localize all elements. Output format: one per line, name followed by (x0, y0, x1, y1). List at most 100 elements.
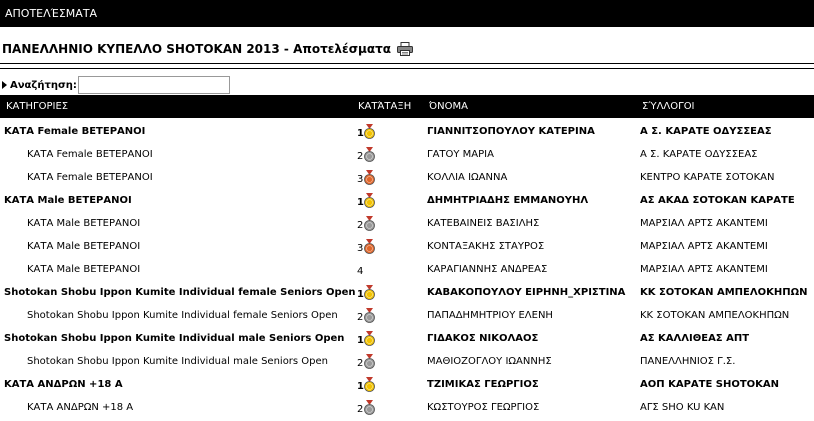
rank-number: 2 (357, 151, 364, 162)
row-club: ΑΟΠ ΚΑΡΑΤΕ SHOTOKAN (640, 379, 780, 390)
table-row: ΚΑΤΑ Male ΒΕΤΕΡΑΝΟΙ 3 ΚΟΝΤΑΞΑΚΗΣ ΣΤΑΥΡΟΣ ΜΑ… (0, 236, 814, 259)
row-club: Α Σ. ΚΑΡΑΤΕ ΟΔΥΣΣΕΑΣ (640, 126, 772, 137)
rank-number: 4 (357, 266, 364, 277)
row-category: ΚΑΤΑ Female ΒΕΤΕΡΑΝΟΙ (4, 126, 146, 137)
bronze-medal-icon (364, 239, 375, 254)
table-row: ΚΑΤΑ Male ΒΕΤΕΡΑΝΟΙ 2 ΚΑΤΕΒΑΙΝΕΙΣ ΒΑΣΙΛΗΣ Μ… (0, 213, 814, 236)
row-club: ΑΓΣ SHO KU KAN (640, 402, 725, 413)
row-athlete-name: ΚΑΤΕΒΑΙΝΕΙΣ ΒΑΣΙΛΗΣ (427, 218, 540, 229)
row-club: ΚΚ ΣΟΤΟΚΑΝ ΑΜΠΕΛΟΚΗΠΩΝ (640, 287, 808, 298)
printer-icon[interactable] (397, 42, 414, 56)
row-club: ΑΣ ΑΚΑΔ ΣΟΤΟΚΑΝ ΚΑΡΑΤΕ (640, 195, 795, 206)
table-row: ΚΑΤΑ ΑΝΔΡΩΝ +18 Α 1 ΤΖΙΜΙΚΑΣ ΓΕΩΡΓΙΟΣ ΑΟΠ Κ… (0, 374, 814, 397)
top-bar-title: ΑΠΟΤΕΛΈΣΜΑΤΑ (5, 7, 98, 20)
page-title-row: ΠΑΝΕΛΛΗΝΙΟ ΚΥΠΕΛΛΟ SHOTOKAN 2013 - Αποτε… (0, 38, 814, 60)
row-athlete-name: ΚΟΛΛΙΑ ΙΩΑΝΝΑ (427, 172, 508, 183)
table-row: ΚΑΤΑ Female ΒΕΤΕΡΑΝΟΙ 2 ΓΑΤΟΥ ΜΑΡΙΑ Α Σ. ΚΑ… (0, 144, 814, 167)
table-row: ΚΑΤΑ ΑΝΔΡΩΝ +18 Α 2 ΚΩΣΤΟΥΡΟΣ ΓΕΩΡΓΙΟΣ ΑΓΣ … (0, 397, 814, 420)
search-row: Αναζήτηση: (0, 74, 400, 96)
row-club: ΜΑΡΣΙΑΛ ΑΡΤΣ ΑΚΑΝΤΕΜΙ (640, 218, 768, 229)
divider (0, 63, 814, 64)
row-rank: 1 (357, 124, 375, 139)
row-category: ΚΑΤΑ Female ΒΕΤΕΡΑΝΟΙ (27, 172, 153, 183)
row-category: Shotokan Shobu Ippon Kumite Individual m… (27, 356, 329, 367)
rank-number: 2 (357, 312, 364, 323)
bronze-medal-icon (364, 170, 375, 185)
row-rank: 3 (357, 239, 375, 254)
row-rank: 2 (357, 400, 375, 415)
row-category: ΚΑΤΑ Male ΒΕΤΕΡΑΝΟΙ (27, 264, 141, 275)
row-athlete-name: ΔΗΜΗΤΡΙΑΔΗΣ ΕΜΜΑΝΟΥΗΛ (427, 195, 589, 206)
top-bar: ΑΠΟΤΕΛΈΣΜΑΤΑ (0, 0, 814, 27)
row-athlete-name: ΓΙΔΑΚΟΣ ΝΙΚΟΛΑΟΣ (427, 333, 539, 344)
gold-medal-icon (364, 377, 375, 392)
row-athlete-name: ΚΟΝΤΑΞΑΚΗΣ ΣΤΑΥΡΟΣ (427, 241, 545, 252)
rank-number: 3 (357, 243, 364, 254)
row-athlete-name: ΜΑΘΙΟΖΟΓΛΟΥ ΙΩΑΝΝΗΣ (427, 356, 552, 367)
header-club: ΣΎΛΛΟΓΟΙ (642, 101, 695, 112)
gold-medal-icon (364, 124, 375, 139)
header-category: ΚΑΤΗΓΟΡΙΕΣ (6, 101, 69, 112)
silver-medal-icon (364, 147, 375, 162)
rank-number: 1 (357, 289, 364, 300)
table-row: Shotokan Shobu Ippon Kumite Individual f… (0, 305, 814, 328)
gold-medal-icon (364, 331, 375, 346)
divider (0, 68, 814, 69)
table-row: ΚΑΤΑ Female ΒΕΤΕΡΑΝΟΙ 3 ΚΟΛΛΙΑ ΙΩΑΝΝΑ ΚΕΝΤΡ… (0, 167, 814, 190)
table-row: ΚΑΤΑ Male ΒΕΤΕΡΑΝΟΙ 4 ΚΑΡΑΓΙΑΝΝΗΣ ΑΝΔΡΕΑΣ Μ… (0, 259, 814, 282)
row-rank: 2 (357, 308, 375, 323)
row-rank: 2 (357, 216, 375, 231)
rank-number: 1 (357, 197, 364, 208)
row-club: ΜΑΡΣΙΑΛ ΑΡΤΣ ΑΚΑΝΤΕΜΙ (640, 241, 768, 252)
rank-number: 2 (357, 358, 364, 369)
silver-medal-icon (364, 308, 375, 323)
row-category: ΚΑΤΑ ΑΝΔΡΩΝ +18 Α (27, 402, 134, 413)
silver-medal-icon (364, 216, 375, 231)
silver-medal-icon (364, 400, 375, 415)
row-category: ΚΑΤΑ Male ΒΕΤΕΡΑΝΟΙ (27, 218, 141, 229)
table-row: Shotokan Shobu Ippon Kumite Individual f… (0, 282, 814, 305)
row-category: ΚΑΤΑ Female ΒΕΤΕΡΑΝΟΙ (27, 149, 153, 160)
rank-number: 2 (357, 220, 364, 231)
table-header: ΚΑΤΗΓΟΡΙΕΣ ΚΑΤΆΤΑΞΗ ΌΝΟΜΑ ΣΎΛΛΟΓΟΙ (0, 95, 814, 118)
row-club: Α Σ. ΚΑΡΑΤΕ ΟΔΥΣΣΕΑΣ (640, 149, 758, 160)
row-category: Shotokan Shobu Ippon Kumite Individual m… (4, 333, 345, 344)
table-row: Shotokan Shobu Ippon Kumite Individual m… (0, 351, 814, 374)
row-rank: 2 (357, 147, 375, 162)
row-rank: 4 (357, 262, 364, 277)
table-row: Shotokan Shobu Ippon Kumite Individual m… (0, 328, 814, 351)
row-club: ΜΑΡΣΙΑΛ ΑΡΤΣ ΑΚΑΝΤΕΜΙ (640, 264, 768, 275)
row-category: ΚΑΤΑ Male ΒΕΤΕΡΑΝΟΙ (4, 195, 132, 206)
row-category: ΚΑΤΑ ΑΝΔΡΩΝ +18 Α (4, 379, 123, 390)
row-club: ΠΑΝΕΛΛΗΝΙΟΣ Γ.Σ. (640, 356, 736, 367)
row-athlete-name: ΓΑΤΟΥ ΜΑΡΙΑ (427, 149, 494, 160)
rank-number: 1 (357, 381, 364, 392)
row-club: ΑΣ ΚΑΛΛΙΘΕΑΣ ΑΠΤ (640, 333, 750, 344)
gold-medal-icon (364, 285, 375, 300)
rank-number: 1 (357, 128, 364, 139)
silver-medal-icon (364, 354, 375, 369)
row-category: Shotokan Shobu Ippon Kumite Individual f… (27, 310, 338, 321)
row-athlete-name: ΚΑΡΑΓΙΑΝΝΗΣ ΑΝΔΡΕΑΣ (427, 264, 548, 275)
gold-medal-icon (364, 193, 375, 208)
triangle-right-icon (2, 81, 7, 89)
rank-number: 2 (357, 404, 364, 415)
rank-number: 1 (357, 335, 364, 346)
row-athlete-name: ΤΖΙΜΙΚΑΣ ΓΕΩΡΓΙΟΣ (427, 379, 539, 390)
row-rank: 1 (357, 377, 375, 392)
row-category: ΚΑΤΑ Male ΒΕΤΕΡΑΝΟΙ (27, 241, 141, 252)
header-name: ΌΝΟΜΑ (429, 101, 468, 112)
row-rank: 1 (357, 285, 375, 300)
row-athlete-name: ΚΩΣΤΟΥΡΟΣ ΓΕΩΡΓΙΟΣ (427, 402, 540, 413)
page-title: ΠΑΝΕΛΛΗΝΙΟ ΚΥΠΕΛΛΟ SHOTOKAN 2013 - Αποτε… (2, 42, 392, 56)
search-label: Αναζήτηση: (10, 79, 77, 91)
table-row: ΚΑΤΑ Female ΒΕΤΕΡΑΝΟΙ 1 ΓΙΑΝΝΙΤΣΟΠΟΥΛΟΥ ΚΑ… (0, 121, 814, 144)
row-category: Shotokan Shobu Ippon Kumite Individual f… (4, 287, 356, 298)
row-club: ΚΕΝΤΡΟ ΚΑΡΑΤΕ ΣΟΤΟΚΑΝ (640, 172, 775, 183)
rank-number: 3 (357, 174, 364, 185)
row-rank: 3 (357, 170, 375, 185)
search-input[interactable] (77, 76, 230, 94)
row-rank: 2 (357, 354, 375, 369)
results-table: ΚΑΤΑ Female ΒΕΤΕΡΑΝΟΙ 1 ΓΙΑΝΝΙΤΣΟΠΟΥΛΟΥ ΚΑ… (0, 121, 814, 420)
header-rank: ΚΑΤΆΤΑΞΗ (358, 101, 412, 112)
